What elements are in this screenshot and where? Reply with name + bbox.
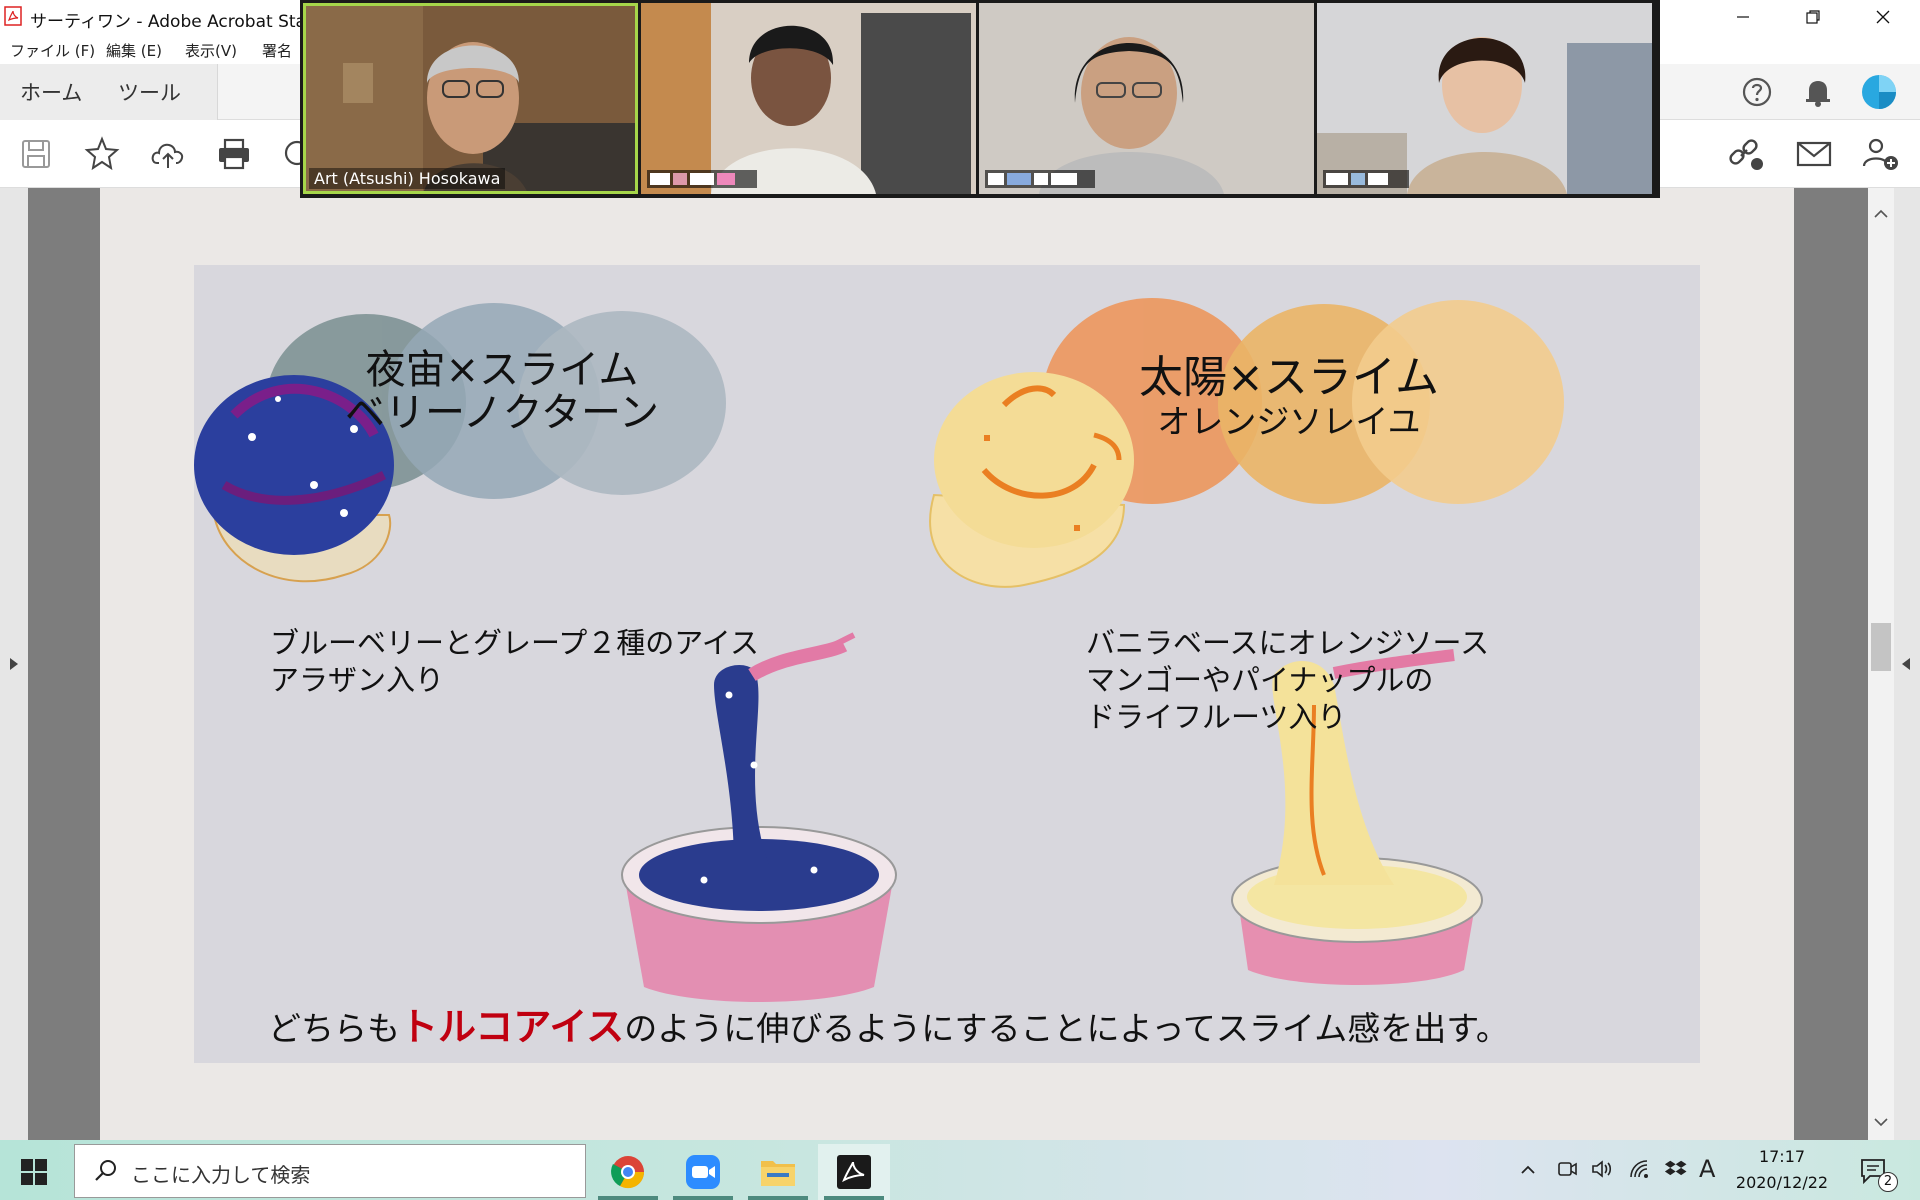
taskbar-search[interactable]: ここに入力して検索 [74,1144,586,1198]
action-center-button[interactable]: 2 [1850,1150,1900,1194]
close-icon [1876,10,1890,24]
taskbar-acrobat[interactable] [818,1144,890,1200]
night-description-line-1: ブルーベリーとグレープ２種のアイス [270,626,759,660]
menu-edit[interactable]: 編集 (E) [106,40,162,61]
chrome-icon [611,1156,645,1189]
participant-video-1 [303,3,638,194]
participant-name-redacted [647,170,757,188]
add-user-icon [1862,138,1898,170]
sun-description-line-2: マンゴーやパイナップルの [1086,663,1434,697]
windows-icon [21,1159,47,1185]
cloud-upload-icon [151,143,184,168]
taskbar-explorer[interactable] [742,1144,814,1200]
participant-video-4 [1317,3,1652,194]
participant-video-3 [979,3,1314,194]
meet-now-icon[interactable] [1556,1158,1578,1180]
profile-button[interactable] [1855,68,1903,116]
vertical-scrollbar[interactable] [1868,188,1894,1140]
bell-icon [1806,81,1830,107]
bookmark-button[interactable] [78,130,126,178]
scroll-up-icon [1874,209,1888,218]
file-explorer-icon [761,1161,795,1186]
help-button[interactable] [1733,68,1781,116]
night-description-line-2: アラザン入り [270,663,445,697]
sun-description-line-1: バニラベースにオレンジソース [1086,626,1490,660]
tab-tools[interactable]: ツール [118,77,181,107]
minimize-button[interactable] [1712,0,1774,34]
help-icon [1742,77,1772,107]
video-tile-host[interactable]: Art (Atsushi) Hosokawa [303,3,638,194]
left-panel-toggle[interactable] [0,188,28,1140]
menu-view[interactable]: 表示(V) [185,40,237,61]
expand-left-icon [10,658,18,670]
upload-button[interactable] [144,130,192,178]
close-button[interactable] [1852,0,1914,34]
participant-name: Art (Atsushi) Hosokawa [309,168,506,189]
taskbar-zoom[interactable] [667,1144,739,1200]
scroll-thumb[interactable] [1871,623,1891,671]
notification-count-badge: 2 [1878,1172,1898,1192]
volume-icon[interactable] [1590,1158,1614,1180]
sun-description-line-3: ドライフルーツ入り [1086,700,1347,734]
video-call-strip: Art (Atsushi) Hosokawa [300,0,1660,198]
star-icon [84,136,120,171]
dropbox-icon[interactable] [1664,1158,1688,1180]
zoom-app-icon [686,1155,720,1189]
video-tile-2[interactable] [641,3,976,194]
summary-suffix: のように伸びるようにすることによってスライム感を出す。 [624,1009,1509,1048]
taskbar-clock[interactable]: 17:17 2020/12/22 [1730,1144,1834,1196]
expand-right-icon [1902,658,1910,670]
search-icon [95,1160,116,1181]
slide-content: 夜宙×スライム ベリーノクターン 太陽×スライム オレンジソレイユ ブルーベリー… [194,265,1700,1063]
ime-indicator[interactable]: A [1699,1155,1715,1183]
night-flavor-subtitle: ベリーノクターン [345,390,659,436]
save-button[interactable] [12,130,60,178]
restore-icon [1806,10,1820,24]
summary-prefix: どちらも [268,1009,400,1048]
night-flavor-title: 夜宙×スライム [365,347,639,393]
slide-summary: どちらもトルコアイスのように伸びるようにすることによってスライム感を出す。 [268,996,1509,1051]
share-link-button[interactable] [1722,130,1770,178]
start-button[interactable] [10,1154,58,1190]
video-tile-3[interactable] [979,3,1314,194]
right-panel-toggle[interactable] [1894,188,1920,1140]
notifications-button[interactable] [1794,68,1842,116]
window-title: サーティワン - Adobe Acrobat Stan [30,12,317,32]
link-icon [1729,139,1763,170]
menu-sign[interactable]: 署名 [262,40,292,61]
tabs-container: ホーム ツール [0,64,218,120]
participant-name-redacted [985,170,1095,188]
sun-flavor-subtitle: オレンジソレイユ [1157,402,1421,441]
participant-video-2 [641,3,976,194]
clock-date: 2020/12/22 [1735,1173,1829,1192]
sun-flavor-title: 太陽×スライム [1139,352,1439,403]
print-button[interactable] [210,130,258,178]
minimize-icon [1737,16,1749,18]
running-indicator [824,1196,884,1200]
scroll-down-icon [1874,1118,1888,1127]
tab-home[interactable]: ホーム [20,77,82,107]
night-cup-drawing [621,632,897,1002]
running-indicator [748,1196,808,1200]
search-placeholder: ここに入力して検索 [131,1163,311,1187]
profile-icon [1862,75,1896,109]
email-button[interactable] [1790,130,1838,178]
running-indicator [673,1196,733,1200]
clock-time: 17:17 [1758,1147,1806,1166]
show-hidden-icons-icon[interactable] [1518,1160,1538,1180]
mail-icon [1796,141,1832,167]
summary-highlight: トルコアイス [400,1005,625,1049]
acrobat-app-icon [4,6,22,26]
participant-name-redacted [1323,170,1409,188]
acrobat-icon [837,1155,871,1189]
restore-button[interactable] [1782,0,1844,34]
print-icon [219,138,249,170]
save-icon [22,140,50,168]
running-indicator [598,1196,658,1200]
add-user-button[interactable] [1856,130,1904,178]
menu-file[interactable]: ファイル (F) [10,40,95,61]
wifi-icon[interactable] [1628,1158,1652,1180]
video-tile-4[interactable] [1317,3,1652,194]
taskbar-chrome[interactable] [592,1144,664,1200]
